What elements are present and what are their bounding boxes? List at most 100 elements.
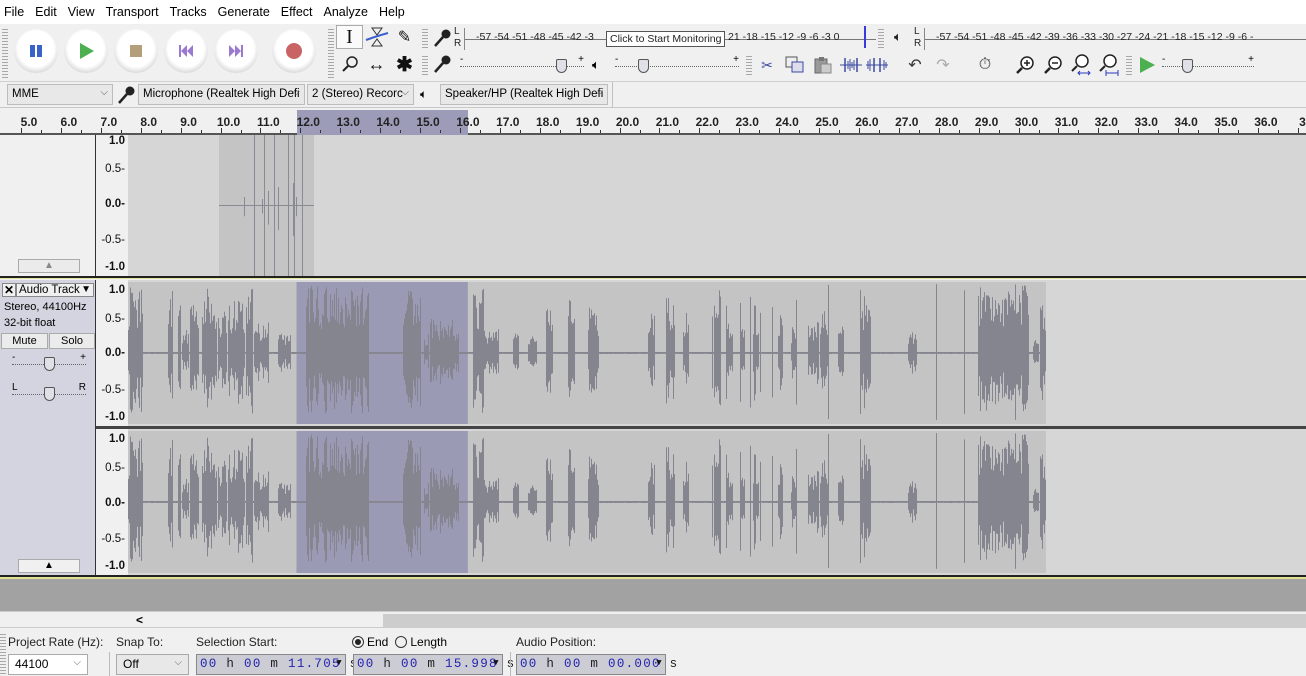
ruler-label: 10.0: [216, 115, 241, 129]
solo-button[interactable]: Solo: [49, 333, 95, 349]
play-at-speed-slider[interactable]: - +: [1162, 54, 1254, 76]
fit-project-button[interactable]: [1096, 53, 1122, 77]
toolbar-grip[interactable]: [2, 27, 8, 79]
audio-host-select[interactable]: MME ⌵: [7, 84, 113, 105]
vruler-label: 1.0: [109, 135, 125, 147]
end-radio[interactable]: [352, 636, 364, 648]
selection-tool[interactable]: I: [336, 25, 363, 49]
record-button[interactable]: [272, 29, 316, 73]
playback-meter[interactable]: 🔈︎ L R -57 -54 -51 -48 -45 -42 -39 -36 -…: [890, 26, 1306, 52]
track-name-menu[interactable]: Audio Track ▼: [16, 283, 94, 297]
pause-icon: [30, 45, 42, 57]
selection-start-time[interactable]: 00 h 00 m 11.705 s ▼: [196, 654, 357, 675]
draw-tool[interactable]: ✎: [391, 25, 418, 49]
collapse-track-button[interactable]: ▲: [18, 259, 80, 273]
menu-analyze[interactable]: Analyze: [324, 5, 368, 19]
recording-meter[interactable]: L R -57 -54 -51 -48 -45 -42 -3 21 -18 -1…: [430, 26, 876, 52]
slider-thumb[interactable]: [556, 59, 568, 73]
scroll-left-arrow-icon[interactable]: <: [136, 613, 143, 627]
slider-thumb[interactable]: [1182, 59, 1194, 73]
ruler-minor-tick: [639, 130, 641, 133]
pause-button[interactable]: [14, 29, 58, 73]
slider-thumb[interactable]: [43, 357, 55, 371]
audio-position-time[interactable]: 00 h 00 m 00.000 s ▼: [516, 654, 677, 675]
ruler-minor-tick: [200, 130, 202, 133]
ruler-minor-tick: [1198, 130, 1200, 133]
waveform-left-channel[interactable]: [128, 280, 1306, 426]
ruler-tick: [539, 128, 541, 133]
recording-device-select[interactable]: Microphone (Realtek High Defi ⌵: [138, 84, 305, 105]
project-rate-select[interactable]: 44100 ⌵: [8, 654, 88, 675]
toolbar-grip[interactable]: [878, 27, 884, 49]
ruler-minor-tick: [479, 130, 481, 133]
pan-slider[interactable]: L R: [12, 382, 86, 404]
scrollbar-thumb[interactable]: [383, 614, 1306, 627]
toolbar-grip[interactable]: [422, 27, 428, 49]
length-radio[interactable]: [395, 636, 408, 648]
zoom-out-button[interactable]: [1040, 53, 1066, 77]
undo-button[interactable]: ↶: [902, 53, 928, 77]
empty-track-area[interactable]: [0, 579, 1306, 611]
ruler-minor-tick: [998, 130, 1000, 133]
ruler-tick: [579, 128, 581, 133]
recording-channels-select[interactable]: 2 (Stereo) Recorc ⌵: [307, 84, 414, 105]
play-button[interactable]: [64, 29, 108, 73]
multi-tool[interactable]: ✱: [391, 52, 418, 76]
monitoring-tooltip[interactable]: Click to Start Monitoring: [606, 31, 726, 47]
menu-effect[interactable]: Effect: [281, 5, 313, 19]
waveform-upper-channel[interactable]: [128, 135, 1306, 276]
playback-device-select[interactable]: Speaker/HP (Realtek High Defi ⌵: [440, 84, 608, 105]
microphone-icon: [118, 86, 135, 104]
ruler-minor-tick: [240, 130, 242, 133]
recording-channels-value: 2 (Stereo) Recorc: [312, 88, 403, 100]
trim-button[interactable]: ✂: [754, 53, 780, 77]
menu-transport[interactable]: Transport: [106, 5, 159, 19]
microphone-icon: [434, 29, 451, 47]
menu-generate[interactable]: Generate: [218, 5, 270, 19]
playback-volume-slider[interactable]: - +: [615, 54, 739, 76]
toolbar-grip[interactable]: [0, 632, 6, 674]
collapse-track-button[interactable]: ▲: [18, 559, 80, 573]
snap-to-select[interactable]: Off ⌵: [116, 654, 189, 675]
stop-button[interactable]: [114, 29, 158, 73]
zoom-in-button[interactable]: [1012, 53, 1038, 77]
slider-thumb[interactable]: [43, 387, 55, 401]
vruler-label: 0.5-: [105, 313, 125, 325]
skip-to-end-button[interactable]: [214, 29, 258, 73]
toolbar-grip[interactable]: [746, 54, 752, 76]
close-track-button[interactable]: ✕: [2, 283, 16, 297]
mute-button[interactable]: Mute: [1, 333, 48, 349]
menu-file[interactable]: File: [4, 5, 24, 19]
envelope-tool[interactable]: [363, 25, 390, 49]
vertical-ruler-right: 1.0 0.5- 0.0- -0.5- -1.0: [96, 429, 128, 575]
timeline-ruler[interactable]: 5.0 6.0 7.0 8.0 9.0 10.0 11.0 12.0 13.0 14.0 15.0 1…: [0, 108, 1306, 135]
sync-lock-button[interactable]: ⏱︎: [972, 53, 998, 77]
silence-audio-button[interactable]: [864, 53, 890, 77]
menu-view[interactable]: View: [68, 5, 95, 19]
toolbar-grip[interactable]: [422, 54, 428, 76]
redo-button[interactable]: ↷: [930, 53, 956, 77]
toolbar-grip[interactable]: [328, 27, 334, 79]
play-at-speed-button[interactable]: [1134, 53, 1160, 77]
menu-edit[interactable]: Edit: [35, 5, 57, 19]
horizontal-scrollbar[interactable]: <: [0, 611, 1306, 628]
toolbar-grip[interactable]: [1126, 54, 1132, 76]
menu-help[interactable]: Help: [379, 5, 405, 19]
trim-audio-button[interactable]: [838, 53, 864, 77]
ruler-tick: [100, 128, 102, 133]
zoom-tool[interactable]: [336, 52, 363, 76]
time-shift-tool[interactable]: ↔: [363, 52, 390, 76]
waveform-right-channel[interactable]: [128, 429, 1306, 575]
menu-bar: File Edit View Transport Tracks Generate…: [0, 0, 1306, 24]
selection-end-time[interactable]: 00 h 00 m 15.998 s ▼: [353, 654, 514, 675]
paste-button[interactable]: [810, 53, 836, 77]
gain-slider[interactable]: - +: [12, 352, 86, 374]
menu-tracks[interactable]: Tracks: [170, 5, 207, 19]
slider-thumb[interactable]: [637, 59, 649, 73]
ruler-minor-tick: [679, 130, 681, 133]
skip-to-start-button[interactable]: [164, 29, 208, 73]
track-control-panel-upper: ▲: [0, 135, 96, 276]
recording-volume-slider[interactable]: - +: [460, 54, 584, 76]
copy-button[interactable]: [782, 53, 808, 77]
fit-selection-button[interactable]: [1068, 53, 1094, 77]
